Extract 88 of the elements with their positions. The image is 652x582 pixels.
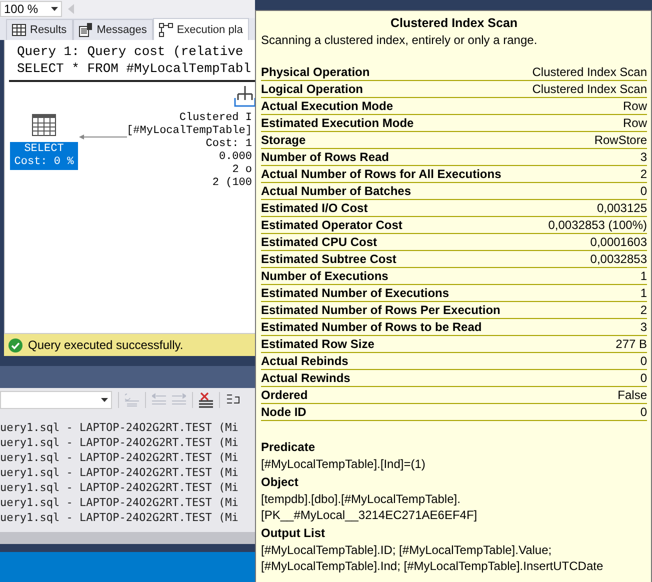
tooltip-description: Scanning a clustered index, entirely or only a range. — [261, 32, 538, 48]
property-name: Storage — [261, 132, 306, 148]
output-line: uery1.sql - LAPTOP-24O2G2RT.TEST (Mi — [0, 465, 240, 480]
section-text: [tempdb].[dbo].[#MyLocalTempTable]. — [261, 491, 462, 507]
grid-icon — [12, 24, 26, 36]
property-value: RowStore — [594, 132, 647, 148]
section-text: [#MyLocalTempTable].[Ind]=(1) — [261, 456, 426, 472]
arrow-connector — [79, 134, 127, 140]
property-name: Estimated Subtree Cost — [261, 251, 396, 267]
output-line: uery1.sql - LAPTOP-24O2G2RT.TEST (Mi — [0, 420, 240, 435]
success-check-icon — [8, 338, 23, 352]
query-header-text: Query 1: Query cost (relative — [17, 43, 244, 60]
property-name: Actual Execution Mode — [261, 98, 394, 114]
horizontal-scrollbar[interactable] — [0, 532, 255, 544]
clear-all-icon[interactable] — [199, 392, 213, 408]
property-name: Estimated Number of Rows to be Read — [261, 319, 482, 335]
property-value: Clustered Index Scan — [532, 81, 647, 97]
property-name: Estimated Number of Rows Per Execution — [261, 302, 500, 318]
output-line: uery1.sql - LAPTOP-24O2G2RT.TEST (Mi — [0, 480, 240, 495]
property-name: Actual Rewinds — [261, 370, 350, 386]
messages-icon — [78, 23, 93, 37]
output-line: uery1.sql - LAPTOP-24O2G2RT.TEST (Mi — [0, 450, 240, 465]
zoom-dropdown[interactable]: 100 % — [0, 1, 62, 17]
property-value: 0,0032853 (100%) — [548, 217, 647, 233]
output-line: uery1.sql - LAPTOP-24O2G2RT.TEST (Mi — [0, 495, 240, 510]
property-value: 0,0032853 — [590, 251, 647, 267]
property-value: 2 — [640, 302, 647, 318]
property-value: 0 — [640, 370, 647, 386]
output-line: uery1.sql - LAPTOP-24O2G2RT.TEST (Mi — [0, 435, 240, 450]
property-name: Physical Operation — [261, 64, 370, 80]
scan-node-text: Cost: 1 — [204, 138, 252, 151]
section-heading: Output List — [261, 525, 326, 542]
tab[interactable]: Messages — [72, 19, 153, 40]
left-arrow-lines-icon[interactable] — [152, 393, 166, 407]
caret-icon — [51, 7, 58, 11]
property-value: 277 B — [616, 336, 647, 352]
property-value: 0 — [640, 183, 647, 199]
property-name: Estimated Number of Executions — [261, 285, 450, 301]
status-message: Query executed successfully. — [28, 338, 184, 352]
property-value: 0 — [640, 353, 647, 369]
property-value: 0,0001603 — [590, 234, 647, 250]
property-name: Actual Number of Rows for All Executions — [261, 166, 502, 182]
tab[interactable]: Results — [6, 19, 73, 40]
scan-node-text: 2 (100 — [211, 177, 252, 190]
property-value: 0,003125 — [596, 200, 647, 216]
property-name: Logical Operation — [261, 81, 364, 97]
scan-node-text: 0.000 — [218, 151, 252, 164]
section-text: [#MyLocalTempTable].Ind; [#MyLocalTempTable].InsertUTCDate — [261, 558, 604, 574]
plan-icon — [158, 22, 173, 36]
right-arrow-lines-icon[interactable] — [172, 393, 186, 407]
scan-node-text: 2 o — [231, 164, 252, 177]
section-text: [PK__#MyLocal__3214EC271AE6EF4F] — [261, 507, 478, 523]
property-value: 1 — [640, 285, 647, 301]
property-value: Row — [622, 115, 647, 131]
section-heading: Predicate — [261, 439, 316, 456]
property-name: Number of Executions — [261, 268, 388, 284]
property-name: Estimated Execution Mode — [261, 115, 414, 131]
table-icon — [32, 114, 56, 136]
property-value: 3 — [640, 319, 647, 335]
scroll-left-icon[interactable] — [68, 4, 74, 14]
property-name: Estimated I/O Cost — [261, 200, 368, 216]
index-scan-icon — [233, 84, 255, 108]
caret-icon — [101, 398, 108, 402]
property-value: 1 — [640, 268, 647, 284]
property-name: Ordered — [261, 387, 308, 403]
scan-node-text: [#MyLocalTempTable] — [126, 125, 252, 138]
property-value: 3 — [640, 149, 647, 165]
output-source-field[interactable] — [0, 391, 112, 409]
property-value: 0 — [640, 404, 647, 420]
tooltip-title: Clustered Index Scan — [389, 15, 519, 32]
property-name: Node ID — [261, 404, 306, 420]
property-name: Estimated Operator Cost — [261, 217, 402, 233]
scan-node-text: Clustered I — [178, 112, 252, 125]
property-name: Actual Rebinds — [261, 353, 348, 369]
lines-icon[interactable] — [125, 393, 139, 407]
property-value: Row — [622, 98, 647, 114]
property-value: Clustered Index Scan — [532, 64, 647, 80]
property-name: Estimated CPU Cost — [261, 234, 378, 250]
output-line: uery1.sql - LAPTOP-24O2G2RT.TEST (Mi — [0, 510, 240, 525]
section-heading: Object — [261, 474, 300, 491]
select-node[interactable]: SELECT Cost: 0 % — [10, 142, 78, 170]
property-name: Actual Number of Batches — [261, 183, 412, 199]
section-text: [#MyLocalTempTable].ID; [#MyLocalTempTable].Value; — [261, 542, 553, 558]
property-value: 2 — [640, 166, 647, 182]
tab[interactable]: Execution pla — [152, 18, 249, 40]
property-name: Number of Rows Read — [261, 149, 390, 165]
property-name: Estimated Row Size — [261, 336, 374, 352]
property-value: False — [618, 387, 647, 403]
